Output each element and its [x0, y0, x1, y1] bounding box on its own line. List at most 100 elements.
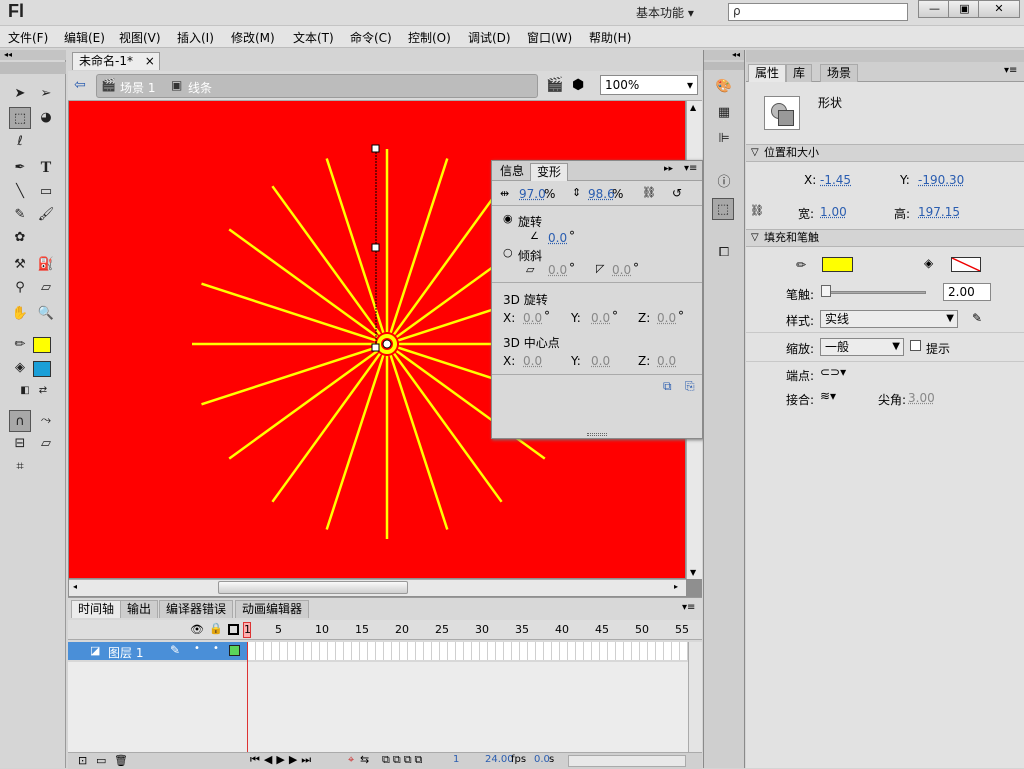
- tab-compiler-errors[interactable]: 编译器错误: [159, 600, 233, 618]
- stroke-style-select[interactable]: 实线 ▼: [820, 310, 958, 328]
- layer-row[interactable]: ◪ 图层 1 ✎ • •: [68, 642, 248, 660]
- components-panel-icon[interactable]: ⧠: [713, 242, 735, 264]
- rotate-value[interactable]: 0.0: [548, 231, 567, 245]
- panel-menu-icon[interactable]: ▾≡: [1004, 65, 1017, 76]
- lock-proportions-icon[interactable]: ⛓: [750, 204, 764, 217]
- eyedropper-tool-icon[interactable]: ⚲: [9, 277, 31, 299]
- line-tool-icon[interactable]: ╲: [9, 181, 31, 203]
- info-panel-icon[interactable]: ⓘ: [713, 172, 735, 194]
- timeline-frames-area[interactable]: [68, 662, 688, 754]
- restore-button[interactable]: ▣: [948, 0, 981, 18]
- dock-drag-bar[interactable]: [704, 62, 744, 70]
- menu-help[interactable]: 帮助(H): [589, 29, 631, 46]
- transform-point[interactable]: [383, 340, 391, 348]
- menu-window[interactable]: 窗口(W): [527, 29, 572, 46]
- horizontal-scroll-thumb[interactable]: [218, 581, 408, 594]
- panel-menu-icon[interactable]: ▾≡: [684, 163, 697, 174]
- timeline-hscroll[interactable]: [568, 755, 686, 767]
- rotate-radio-checked[interactable]: ◉: [503, 212, 513, 225]
- stroke-slider-thumb[interactable]: [821, 285, 831, 297]
- width-scale-value[interactable]: 97.0: [519, 187, 546, 201]
- workspace-switcher[interactable]: 基本功能 ▾: [636, 4, 694, 21]
- section-position-size[interactable]: 位置和大小: [746, 144, 1024, 162]
- swatches-panel-icon[interactable]: ▦: [713, 102, 735, 124]
- section-fill-stroke[interactable]: 填充和笔触: [746, 229, 1024, 247]
- document-tab[interactable]: 未命名-1* ×: [72, 52, 160, 70]
- stroke-color-swatch[interactable]: [33, 337, 51, 353]
- minimize-button[interactable]: —: [918, 0, 951, 18]
- tab-timeline[interactable]: 时间轴: [71, 600, 121, 618]
- skew-v-value[interactable]: 0.0: [612, 263, 631, 277]
- frame-strip[interactable]: [248, 642, 688, 660]
- rectangle-tool-icon[interactable]: ▭: [35, 181, 57, 203]
- remove-transform-icon[interactable]: ⎘: [685, 379, 695, 394]
- reset-icon[interactable]: ↺: [672, 186, 682, 200]
- duplicate-transform-icon[interactable]: ⧉: [663, 379, 672, 394]
- lock-icon[interactable]: 🔒: [209, 622, 223, 635]
- visibility-dot[interactable]: •: [194, 643, 200, 654]
- panel-menu-icon[interactable]: ▾≡: [682, 602, 695, 613]
- transform-handle-mid[interactable]: [372, 244, 379, 251]
- help-search-input[interactable]: ρ: [728, 3, 908, 21]
- skew-radio[interactable]: ○: [503, 246, 513, 259]
- close-tab-icon[interactable]: ×: [145, 54, 155, 68]
- cap-round-icon[interactable]: ⊂⊃▾: [820, 365, 846, 379]
- zoom-tool-icon[interactable]: 🔍: [35, 303, 57, 325]
- fill-color-none-swatch[interactable]: [951, 257, 981, 272]
- eye-icon[interactable]: 👁: [190, 623, 204, 636]
- color-panel-icon[interactable]: 🎨: [713, 76, 735, 98]
- smooth-icon[interactable]: ⤳: [35, 410, 57, 432]
- menu-debug[interactable]: 调试(D): [468, 29, 511, 46]
- resize-grip-icon[interactable]: [587, 433, 607, 436]
- pencil-tool-icon[interactable]: ✎: [9, 204, 31, 226]
- menu-commands[interactable]: 命令(C): [350, 29, 392, 46]
- panel-collapse-icon[interactable]: ◂◂: [0, 50, 66, 60]
- snap-magnet-icon[interactable]: ∩: [9, 410, 31, 432]
- playback-controls-icon[interactable]: ⏮◀▶▶⏭: [250, 753, 315, 767]
- hand-tool-icon[interactable]: ✋: [9, 303, 31, 325]
- edit-scene-icon[interactable]: 🎬: [546, 77, 563, 93]
- lasso-tool-icon[interactable]: ℓ: [9, 131, 31, 153]
- 3d-rotation-tool-icon[interactable]: ◕: [35, 107, 57, 129]
- skew-icon[interactable]: ▱: [35, 433, 57, 455]
- height-value[interactable]: 197.15: [918, 205, 960, 219]
- menu-text[interactable]: 文本(T): [293, 29, 334, 46]
- envelope-icon[interactable]: ⌗: [9, 456, 31, 478]
- subselection-tool-icon[interactable]: ➢: [35, 83, 57, 105]
- scroll-up-icon[interactable]: ▲: [690, 103, 696, 112]
- height-scale-value[interactable]: 98.6: [588, 187, 615, 201]
- scale-select[interactable]: 一般 ▼: [820, 338, 904, 356]
- transform-handle-bottom[interactable]: [372, 344, 379, 351]
- straighten-icon[interactable]: ⊟: [9, 433, 31, 455]
- menu-modify[interactable]: 修改(M): [231, 29, 275, 46]
- menu-control[interactable]: 控制(O): [408, 29, 451, 46]
- constrain-icon[interactable]: ⛓: [642, 186, 656, 199]
- menu-insert[interactable]: 插入(I): [177, 29, 214, 46]
- 3d-rot-z-value[interactable]: 0.0: [657, 311, 676, 325]
- pen-tool-icon[interactable]: ✒: [9, 157, 31, 179]
- transform-panel-icon[interactable]: ⬚: [712, 198, 734, 220]
- brush-tool-icon[interactable]: 🖌: [35, 204, 57, 226]
- transform-handle-top[interactable]: [372, 145, 379, 152]
- time-value[interactable]: 0.0: [534, 754, 550, 765]
- scroll-down-icon[interactable]: ▼: [690, 568, 696, 577]
- scroll-left-icon[interactable]: ◂: [73, 582, 77, 591]
- 3d-rot-x-value[interactable]: 0.0: [523, 311, 542, 325]
- 3d-center-x-value[interactable]: 0.0: [523, 354, 542, 368]
- new-folder-icon[interactable]: ▭: [96, 754, 106, 767]
- outline-icon[interactable]: [228, 624, 239, 635]
- center-frame-icon[interactable]: ⌖: [348, 753, 354, 767]
- tab-info[interactable]: 信息: [494, 163, 530, 181]
- edit-stroke-style-icon[interactable]: ✎: [972, 311, 982, 325]
- layer-name[interactable]: 图层 1: [108, 644, 143, 661]
- tab-properties[interactable]: 属性: [748, 64, 786, 82]
- menu-edit[interactable]: 编辑(E): [64, 29, 105, 46]
- 3d-center-z-value[interactable]: 0.0: [657, 354, 676, 368]
- breadcrumb-scene[interactable]: 场景 1: [120, 79, 155, 96]
- paint-bucket-tool-icon[interactable]: ⛽: [35, 254, 57, 276]
- fill-color-swatch[interactable]: [33, 361, 51, 377]
- scroll-right-icon[interactable]: ▸: [674, 582, 678, 591]
- expand-icon[interactable]: ◂◂: [704, 50, 744, 60]
- back-arrow-icon[interactable]: ⇦: [74, 77, 86, 93]
- swap-colors-icon[interactable]: ⇄: [32, 380, 54, 402]
